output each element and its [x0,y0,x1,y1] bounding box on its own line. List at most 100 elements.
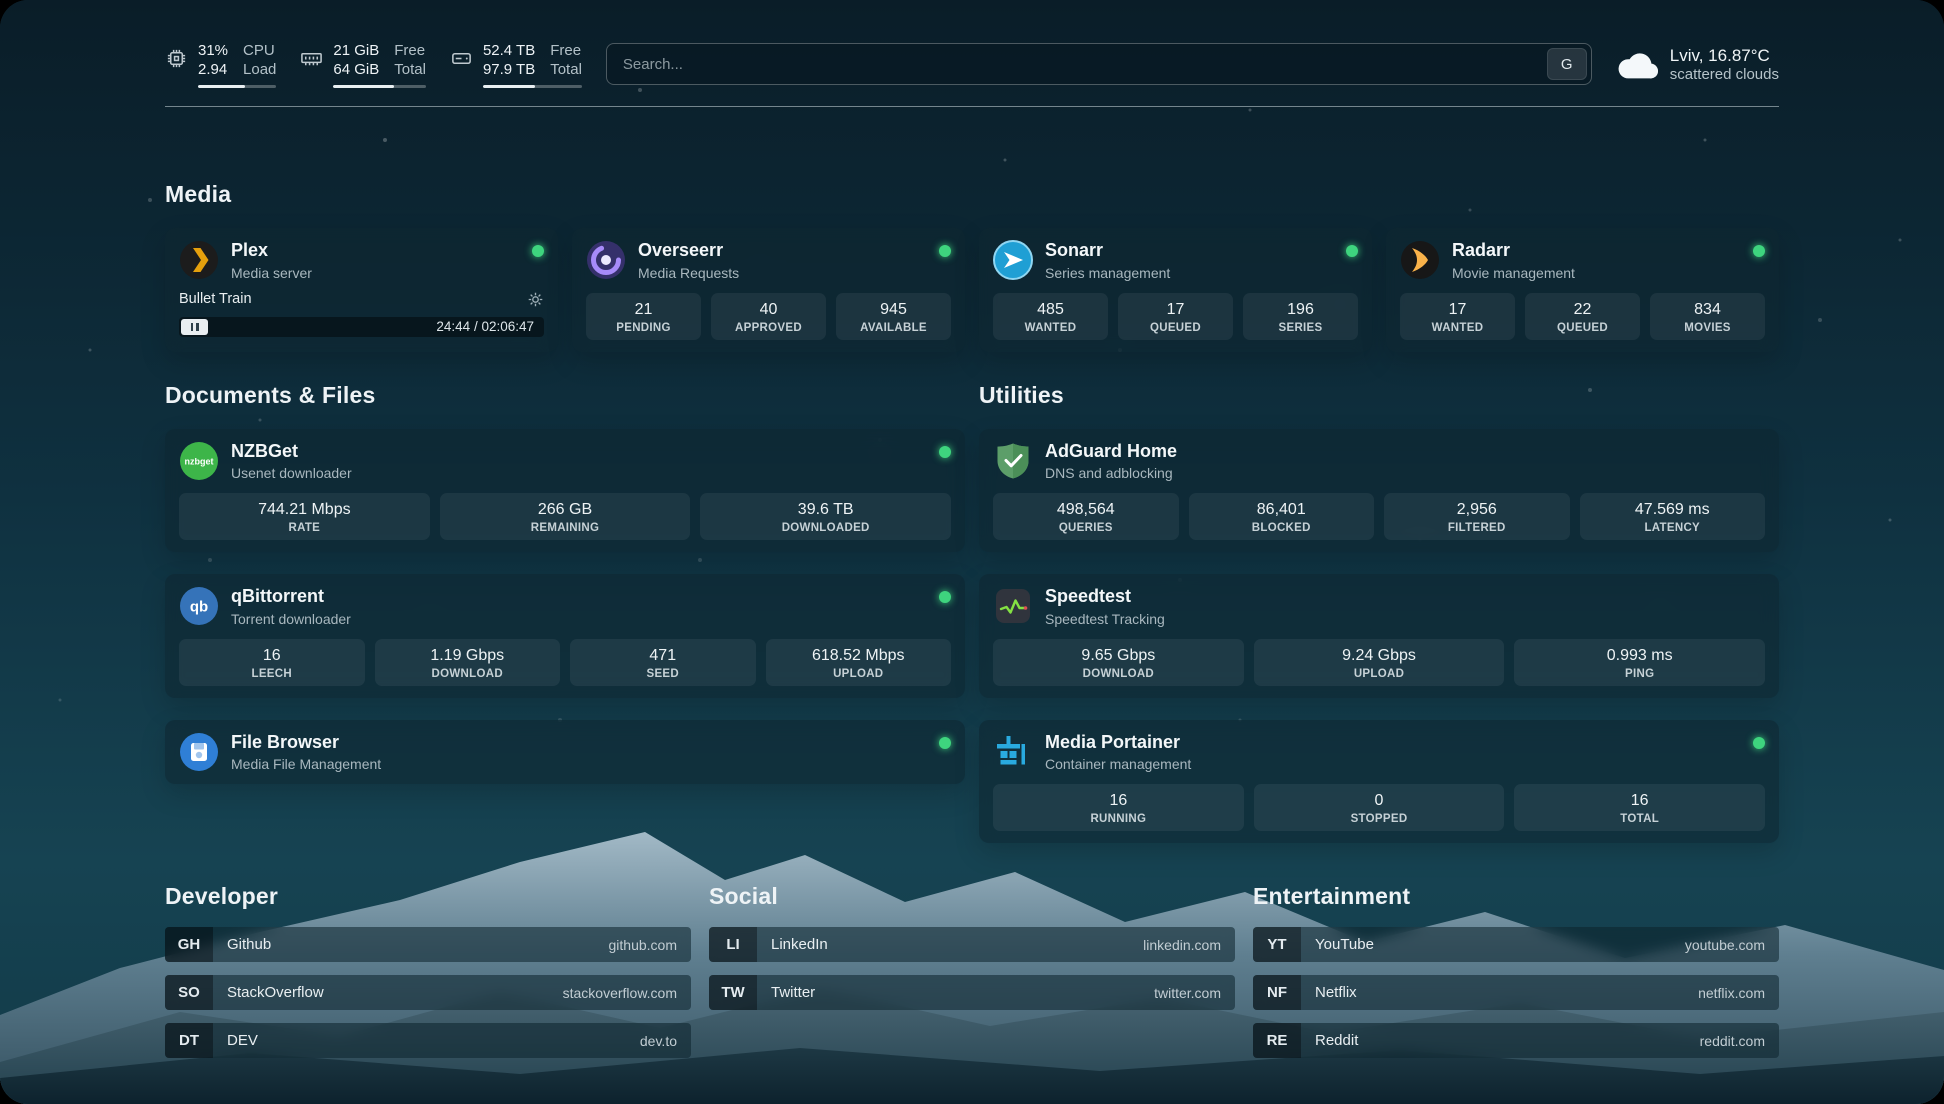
section-title-documents: Documents & Files [165,382,965,409]
service-card-header: nzbgetNZBGetUsenet downloader [179,441,951,482]
service-card-overseerr[interactable]: OverseerrMedia Requests21PENDING40APPROV… [572,228,965,352]
stat-value: 47.569 ms [1584,500,1762,520]
stat-label: QUERIES [997,522,1175,534]
stat-value: 0.993 ms [1518,646,1761,666]
service-name: qBittorrent [231,586,351,608]
service-card-sonarr[interactable]: SonarrSeries management 485WANTED17QUEUED… [979,228,1372,352]
search-provider-button[interactable]: G [1547,48,1587,80]
now-playing-row: Bullet Train [179,291,544,308]
stat-ping: 0.993 ms PING [1514,639,1765,686]
header-divider [165,106,1779,107]
bookmark-stackoverflow[interactable]: SOStackOverflowstackoverflow.com [165,975,691,1010]
status-dot [532,245,544,257]
bookmark-groups: Developer GHGithubgithub.com SOStackOverfl… [165,883,1779,1071]
bookmark-abbr: GH [165,927,213,962]
service-card-header: SonarrSeries management [993,240,1358,281]
service-subtitle: DNS and adblocking [1045,465,1177,481]
playback-time: 24:44 / 02:06:47 [436,319,542,334]
stat-wanted: 17WANTED [1400,293,1515,340]
bookmark-netflix[interactable]: NFNetflixnetflix.com [1253,975,1779,1010]
playback-progress-bar[interactable]: 24:44 / 02:06:47 [179,317,544,337]
bookmark-dev[interactable]: DTDEVdev.to [165,1023,691,1058]
stat-value: 22 [1529,300,1636,320]
disk-widget: 52.4 TB 97.9 TB Free Total [450,41,582,88]
service-titles: SpeedtestSpeedtest Tracking [1045,586,1165,627]
service-card-media-portainer[interactable]: Media PortainerContainer management16RUN… [979,720,1779,844]
service-titles: SonarrSeries management [1045,240,1170,281]
cpu-widget: 31% 2.94 CPU Load [165,41,276,88]
stat-value: 266 GB [444,500,687,520]
stat-pending: 21PENDING [586,293,701,340]
service-card-nzbget[interactable]: nzbgetNZBGetUsenet downloader744.21 Mbps… [165,429,965,553]
bookmark-youtube[interactable]: YTYouTubeyoutube.com [1253,927,1779,962]
service-card-file-browser[interactable]: File BrowserMedia File Management [165,720,965,785]
service-subtitle: Series management [1045,265,1170,281]
stat-label: REMAINING [444,522,687,534]
bookmark-twitter[interactable]: TWTwittertwitter.com [709,975,1235,1010]
service-stats: 485WANTED17QUEUED196SERIES [993,293,1358,340]
bookmark-github[interactable]: GHGithubgithub.com [165,927,691,962]
sonarr-icon [993,240,1033,280]
stat-label: QUEUED [1529,322,1636,334]
service-card-speedtest[interactable]: SpeedtestSpeedtest Tracking9.65 GbpsDOWN… [979,574,1779,698]
stat-remaining: 266 GB REMAINING [440,493,691,540]
bookmark-name: DEV [227,1032,258,1049]
service-card-plex[interactable]: PlexMedia server Bullet Train 24:44 / 02:0… [165,228,558,352]
stat-label: PING [1518,668,1761,680]
service-card-header: OverseerrMedia Requests [586,240,951,281]
links-group-title: Developer [165,883,691,910]
memory-icon [300,47,323,70]
app-window: 31% 2.94 CPU Load [0,0,1944,1104]
stat-value: 39.6 TB [704,500,947,520]
service-card-radarr[interactable]: RadarrMovie management 17WANTED 22 QUEUED 83… [1386,228,1779,352]
bookmark-reddit[interactable]: RERedditreddit.com [1253,1023,1779,1058]
service-titles: PlexMedia server [231,240,312,281]
stat-blocked: 86,401BLOCKED [1189,493,1375,540]
stat-label: WANTED [1404,322,1511,334]
stat-value: 196 [1247,300,1354,320]
stat-value: 16 [1518,791,1761,811]
stat-value: 2,956 [1388,500,1566,520]
bookmark-url: linkedin.com [1143,937,1221,953]
bookmark-name: StackOverflow [227,984,324,1001]
bookmark-abbr: DT [165,1023,213,1058]
service-titles: RadarrMovie management [1452,240,1575,281]
service-card-header: qbqBittorrentTorrent downloader [179,586,951,627]
bookmark-linkedin[interactable]: LILinkedInlinkedin.com [709,927,1235,962]
service-name: File Browser [231,732,381,754]
cpu-percent: 31% [198,41,228,61]
stat-value: 0 [1258,791,1501,811]
service-name: Overseerr [638,240,739,262]
stat-value: 86,401 [1193,500,1371,520]
settings-gear-icon[interactable] [527,291,544,308]
service-titles: qBittorrentTorrent downloader [231,586,351,627]
service-card-qbittorrent[interactable]: qbqBittorrentTorrent downloader16LEECH1.… [165,574,965,698]
service-name: AdGuard Home [1045,441,1177,463]
service-name: Speedtest [1045,586,1165,608]
links-group-social: SocialLILinkedInlinkedin.comTWTwittertwi… [709,883,1235,1071]
stat-label: AVAILABLE [840,322,947,334]
utilities-cards-column: AdGuard HomeDNS and adblocking498,564QUE… [979,429,1779,844]
memory-free-label: Free [394,41,426,61]
disk-free-value: 52.4 TB [483,41,535,61]
stat-series: 196SERIES [1243,293,1358,340]
cpu-label: CPU [243,41,276,61]
nzbget-icon: nzbget [179,441,219,481]
stat-total: 16TOTAL [1514,784,1765,831]
stat-value: 17 [1122,300,1229,320]
stat-wanted: 485WANTED [993,293,1108,340]
search-input[interactable] [607,56,1547,73]
stat-movies: 834MOVIES [1650,293,1765,340]
stat-filtered: 2,956FILTERED [1384,493,1570,540]
pause-icon[interactable] [181,319,208,335]
stat-label: PENDING [590,322,697,334]
bookmark-abbr: YT [1253,927,1301,962]
stat-label: LEECH [183,668,361,680]
service-stats: 16RUNNING0STOPPED16TOTAL [993,784,1765,831]
stat-queued: 17QUEUED [1118,293,1233,340]
search-bar: G [606,43,1592,85]
disk-icon [450,47,473,70]
stat-running: 16RUNNING [993,784,1244,831]
service-card-adguard-home[interactable]: AdGuard HomeDNS and adblocking498,564QUE… [979,429,1779,553]
weather-widget: Lviv, 16.87°C scattered clouds [1616,45,1779,83]
